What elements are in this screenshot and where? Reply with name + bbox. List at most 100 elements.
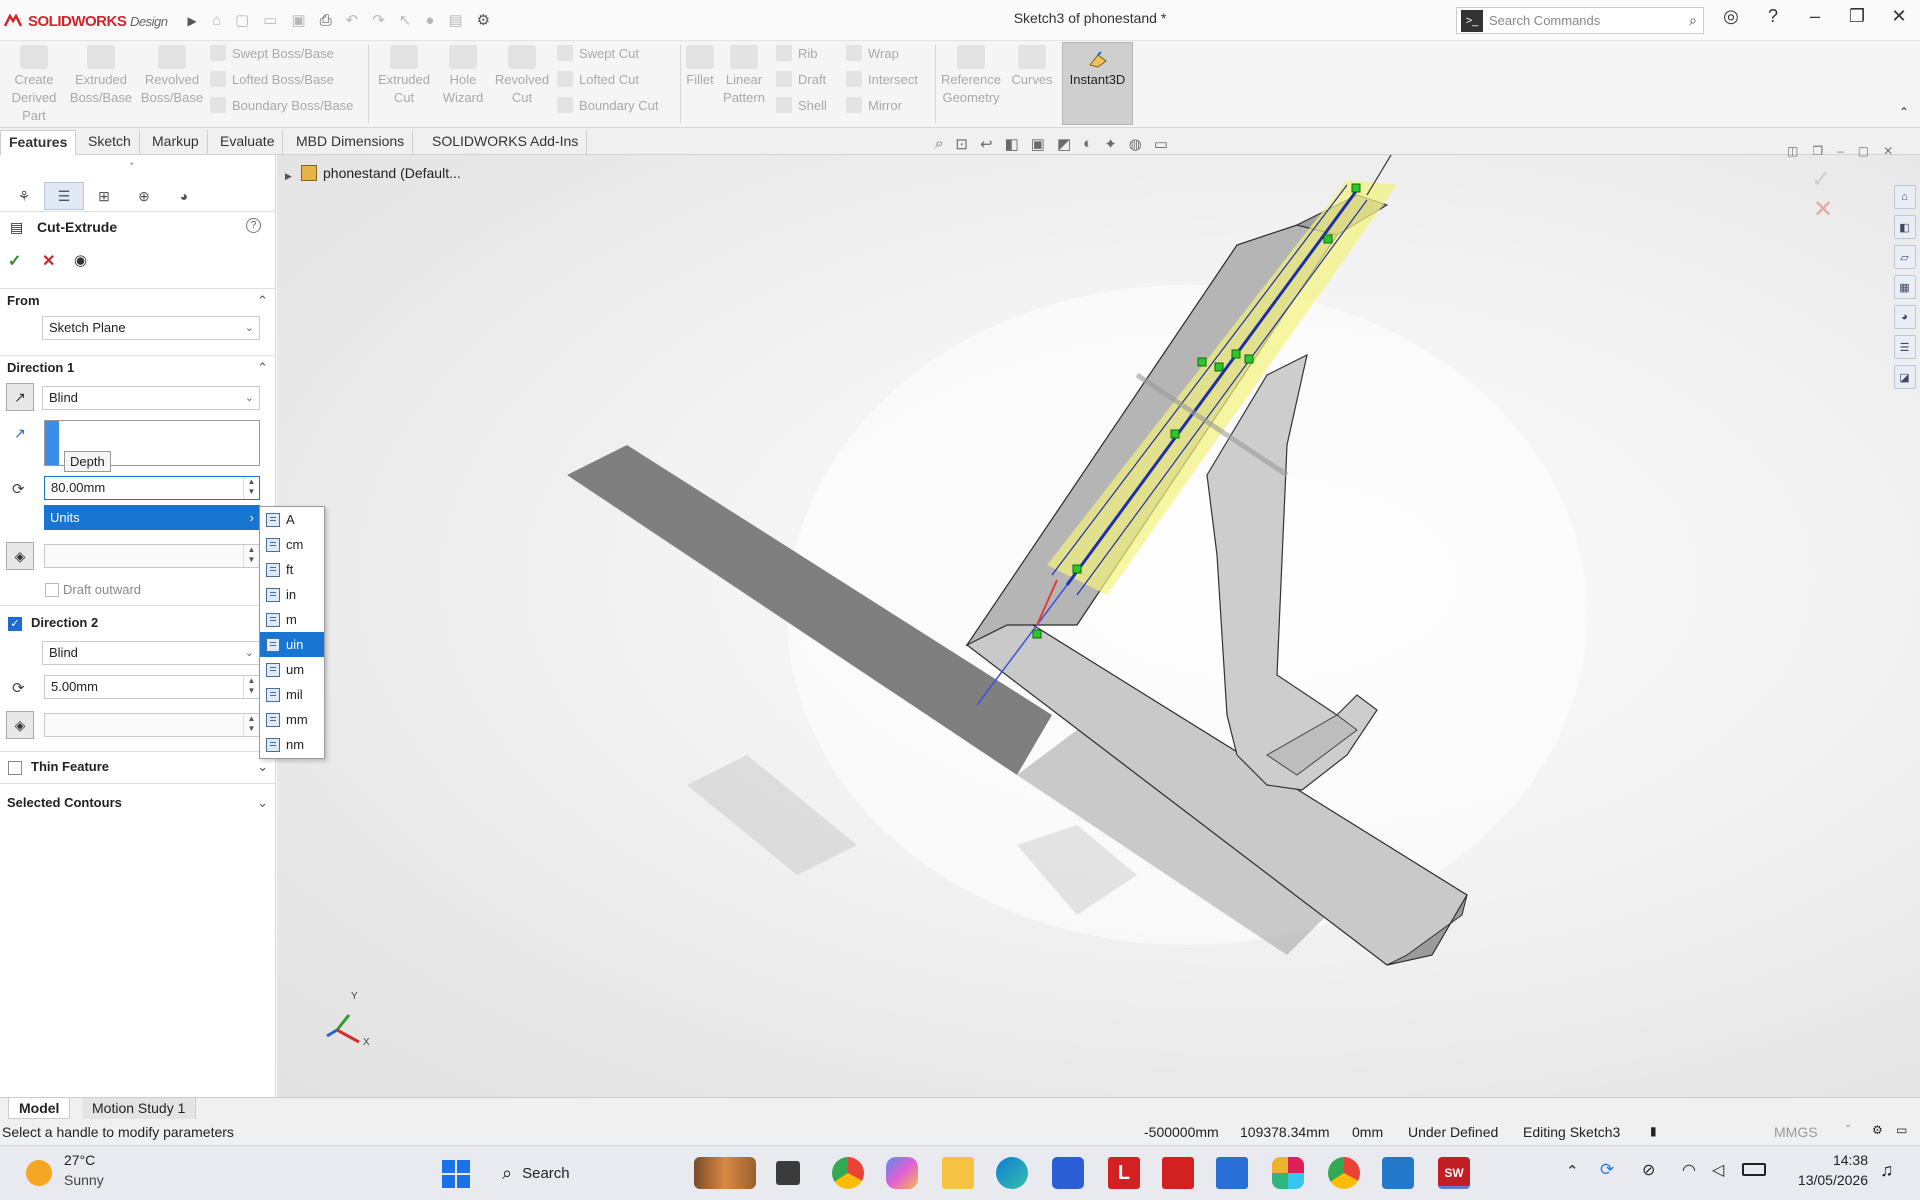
viewport-restore-icon[interactable]: ❐ [1812,144,1823,158]
save-icon[interactable]: ▣ [291,11,305,29]
confirm-corner-cancel-icon[interactable]: ✕ [1813,195,1833,224]
section-from[interactable]: From ⌃ [0,288,276,312]
user-account-icon[interactable]: ◎ [1710,6,1752,27]
viewport-minimize-icon[interactable]: – [1837,144,1844,158]
minimize-button[interactable]: – [1794,6,1836,27]
search-commands[interactable]: >_ Search Commands ⌕ [1456,7,1704,34]
spin-arrows-icon[interactable]: ▲ ▼ [243,545,259,567]
edge-icon[interactable] [996,1157,1028,1189]
sync-icon[interactable]: ⟳ [1600,1160,1614,1180]
status-tooltip-icon[interactable]: ▭ [1896,1123,1907,1137]
section-selected-contours[interactable]: Selected Contours ⌄ [0,791,276,815]
boundary-cut-button[interactable]: Boundary Cut [557,97,659,113]
fillet-button[interactable]: Fillet [684,45,716,89]
file-explorer-icon[interactable]: ▱ [1893,245,1916,269]
units-menu-item[interactable]: Units › [44,505,260,530]
feature-tree-root[interactable]: phonestand (Default... [323,165,461,181]
solidworks-logo[interactable]: SOLIDWORKS Design ▶ [0,8,197,34]
unit-option-nm[interactable]: nm [260,732,324,757]
unit-option-mm[interactable]: mm [260,707,324,732]
help-icon[interactable]: ? [246,218,261,233]
appearances-icon[interactable]: ◕ [1893,305,1916,329]
dimxpert-manager-tab-icon[interactable]: ⊕ [124,182,164,210]
configuration-manager-tab-icon[interactable]: ⊞ [84,182,124,210]
depth-input[interactable]: 80.00mm ▲ ▼ [44,476,260,500]
unit-option-ft[interactable]: ft [260,557,324,582]
rebuild-icon[interactable]: ● [425,12,434,29]
collapse-ribbon-icon[interactable]: ⌃ [1899,105,1909,119]
rib-button[interactable]: Rib [776,45,818,61]
lofted-boss-button[interactable]: Lofted Boss/Base [210,71,334,87]
instant3d-button[interactable]: Instant3D [1062,42,1133,125]
direction-2-end-condition-select[interactable]: Blind ⌄ [42,641,260,665]
status-settings-icon[interactable]: ⚙ [1872,1123,1883,1137]
taskbar-search[interactable]: ⌕ Search [492,1156,642,1190]
thin-feature-checkbox[interactable] [8,761,22,775]
slack-icon[interactable] [1272,1157,1304,1189]
print-icon[interactable]: ⎙ [320,12,332,29]
revolved-cut-button[interactable]: Revolved Cut [492,45,552,107]
previous-view-icon[interactable]: ↩ [980,135,993,153]
create-derived-part-button[interactable]: Create Derived Part [8,45,60,125]
tab-mbd-dimensions[interactable]: MBD Dimensions [288,130,414,155]
home-icon[interactable]: ⌂ [212,12,221,29]
redo-icon[interactable]: ↷ [372,11,385,29]
tree-expand-icon[interactable]: ▶ [285,171,292,182]
volume-icon[interactable]: ◁ [1712,1160,1724,1180]
zoom-area-icon[interactable]: ⊡ [955,135,968,153]
end-condition-select[interactable]: Blind ⌄ [42,386,260,410]
tab-solidworks-addins[interactable]: SOLIDWORKS Add-Ins [424,130,588,155]
unit-option-um[interactable]: um [260,657,324,682]
revolved-boss-button[interactable]: Revolved Boss/Base [140,45,204,107]
draft-on-off-icon[interactable]: ◈ [6,542,34,570]
property-manager-tab-icon[interactable]: ☰ [44,182,84,210]
vscode-icon[interactable] [1382,1157,1414,1189]
intersect-button[interactable]: Intersect [846,71,918,87]
rebuild-indicator-icon[interactable]: ▮ [1650,1124,1657,1138]
task-view-icon[interactable] [776,1161,800,1185]
shell-button[interactable]: Shell [776,97,827,113]
unit-system-chevron-icon[interactable]: ⌃ [1844,1124,1852,1135]
weather-description[interactable]: Sunny [64,1172,104,1188]
section-direction-2[interactable]: Direction 2 [24,611,276,635]
weather-sun-icon[interactable] [26,1160,52,1186]
unit-option-cm[interactable]: cm [260,532,324,557]
apply-scene-icon[interactable]: ◍ [1129,135,1142,153]
spin-arrows-icon[interactable]: ▲ ▼ [243,477,259,499]
tab-markup[interactable]: Markup [144,130,208,155]
help-icon[interactable]: ? [1752,6,1794,27]
draft-button[interactable]: Draft [776,71,826,87]
wifi-icon[interactable]: ◠ [1682,1160,1696,1180]
weather-temperature[interactable]: 27°C [64,1152,95,1168]
view-settings-icon[interactable]: ▭ [1154,135,1168,153]
graphics-area[interactable]: ⌕ ⊡ ↩ ◧ ▣ ◩ ◐ ✦ ◍ ▭ ◫ ❐ – ▢ ✕ ✓ ✕ ▶ phon… [277,135,1920,1097]
curves-button[interactable]: Curves [1008,45,1056,89]
section-thin-feature[interactable]: Thin Feature ⌄ [24,755,276,779]
tab-evaluate[interactable]: Evaluate [212,130,284,155]
store-icon[interactable] [1052,1157,1084,1189]
outlook-icon[interactable] [1216,1157,1248,1189]
viewport-maximize-icon[interactable]: ▢ [1858,144,1869,158]
draft-on-off-icon[interactable]: ◈ [6,711,34,739]
clock-date[interactable]: 13/05/2026 [1778,1172,1868,1188]
wrap-button[interactable]: Wrap [846,45,899,61]
reverse-direction-icon[interactable]: ↗ [6,383,34,411]
unit-option-mil[interactable]: mil [260,682,324,707]
copilot-icon[interactable] [886,1157,918,1189]
unit-option-in[interactable]: in [260,582,324,607]
spin-arrows-icon[interactable]: ▲ ▼ [243,714,259,736]
display-manager-tab-icon[interactable]: ◕ [164,182,204,210]
splitter-handle[interactable]: • [130,159,134,170]
close-button[interactable]: ✕ [1878,6,1920,27]
tab-features[interactable]: Features [0,130,77,155]
unit-option-a[interactable]: A [260,507,324,532]
spin-arrows-icon[interactable]: ▲ ▼ [243,676,259,698]
split-view-icon[interactable]: ◫ [1787,144,1798,158]
section-direction-1[interactable]: Direction 1 ⌃ [0,355,276,379]
boundary-boss-button[interactable]: Boundary Boss/Base [210,97,353,113]
options-gear-icon[interactable]: ⚙ [477,11,490,29]
viewport-close-icon[interactable]: ✕ [1883,144,1893,158]
chrome-icon[interactable] [832,1157,864,1189]
lofted-cut-button[interactable]: Lofted Cut [557,71,639,87]
custom-properties-icon[interactable]: ☰ [1893,335,1916,359]
